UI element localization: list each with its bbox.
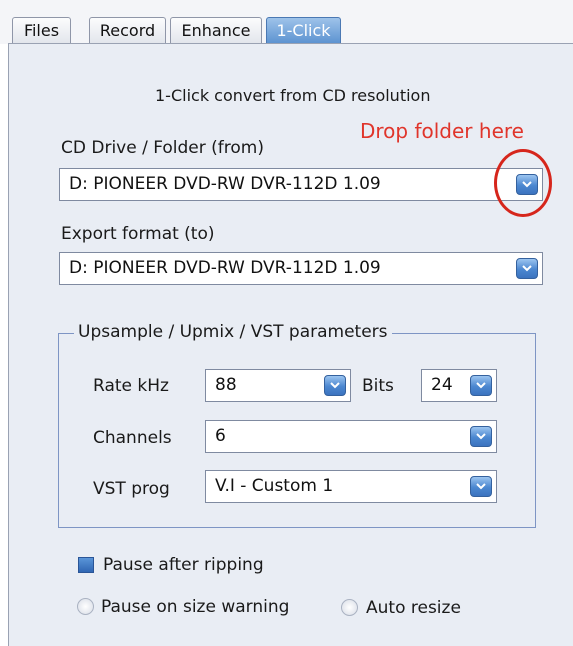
- drop-target-highlight-circle: [494, 149, 552, 217]
- bits-select[interactable]: 24: [421, 369, 497, 402]
- channels-select[interactable]: 6: [205, 420, 497, 453]
- tab-1-click[interactable]: 1-Click: [266, 17, 341, 43]
- auto-resize-label: Auto resize: [366, 598, 461, 618]
- dropdown-arrow-icon[interactable]: [324, 375, 346, 396]
- pause-on-size-warning-label: Pause on size warning: [101, 597, 290, 617]
- tab-record[interactable]: Record: [89, 17, 166, 43]
- rate-select[interactable]: 88: [205, 369, 351, 402]
- rate-value: 88: [215, 375, 237, 395]
- pause-on-size-warning-radio[interactable]: [77, 598, 94, 615]
- tab-strip: Files Record Enhance 1-Click: [0, 0, 573, 44]
- cd-drive-select[interactable]: D: PIONEER DVD-RW DVR-112D 1.09: [59, 168, 543, 201]
- bits-label: Bits: [362, 376, 394, 396]
- rate-label: Rate kHz: [93, 376, 169, 396]
- bits-value: 24: [431, 375, 453, 395]
- vst-prog-value: V.I - Custom 1: [215, 476, 334, 496]
- cd-drive-value: D: PIONEER DVD-RW DVR-112D 1.09: [69, 174, 381, 194]
- export-format-select[interactable]: D: PIONEER DVD-RW DVR-112D 1.09: [59, 252, 543, 285]
- channels-label: Channels: [93, 428, 172, 448]
- tab-files[interactable]: Files: [12, 17, 71, 43]
- auto-resize-radio[interactable]: [341, 599, 358, 616]
- pause-after-ripping-checkbox[interactable]: [78, 557, 94, 573]
- dropdown-arrow-icon[interactable]: [470, 476, 492, 497]
- dropdown-arrow-icon[interactable]: [516, 258, 538, 279]
- tab-enhance[interactable]: Enhance: [170, 17, 262, 43]
- cd-drive-label: CD Drive / Folder (from): [61, 138, 264, 158]
- vst-prog-select[interactable]: V.I - Custom 1: [205, 470, 497, 503]
- export-format-value: D: PIONEER DVD-RW DVR-112D 1.09: [69, 258, 381, 278]
- dropdown-arrow-icon[interactable]: [470, 375, 492, 396]
- channels-value: 6: [215, 426, 226, 446]
- upsample-group-title: Upsample / Upmix / VST parameters: [74, 322, 392, 342]
- vst-prog-label: VST prog: [93, 479, 170, 499]
- dropdown-arrow-icon[interactable]: [470, 426, 492, 447]
- drop-folder-annotation: Drop folder here: [360, 119, 524, 143]
- export-format-label: Export format (to): [61, 224, 215, 244]
- panel-heading: 1-Click convert from CD resolution: [155, 86, 431, 105]
- pause-after-ripping-label: Pause after ripping: [103, 555, 264, 575]
